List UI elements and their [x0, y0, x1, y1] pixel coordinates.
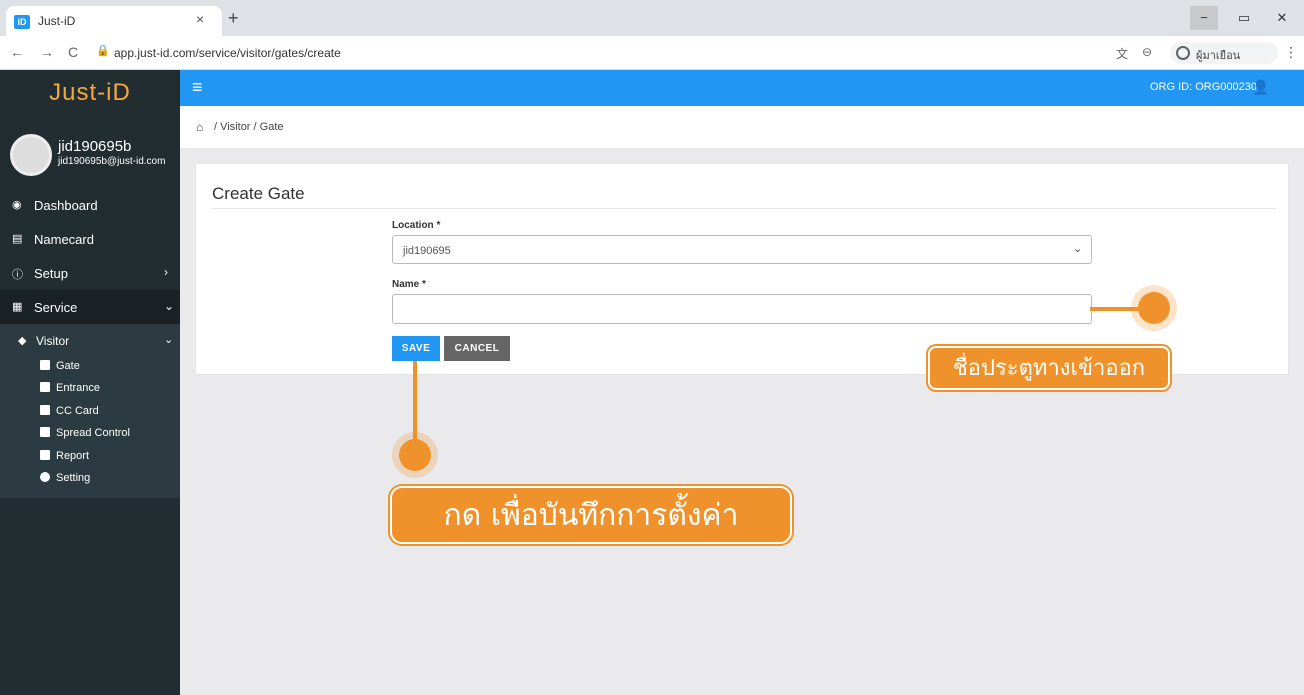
screen: iD Just-iD × + − ▭ ✕ ← → C 🔒 app.just-id…: [0, 0, 1304, 695]
sidebar-item-setup[interactable]: ⓘ Setup ›: [0, 256, 180, 290]
sidebar-item-label: Visitor: [36, 334, 70, 348]
service-icon: ▦: [12, 301, 23, 313]
sidebar-item-label: Service: [34, 300, 78, 315]
cancel-button[interactable]: CANCEL: [444, 336, 510, 361]
sidebar-item-dashboard[interactable]: ◉ Dashboard: [0, 188, 180, 222]
new-tab-button[interactable]: +: [228, 9, 239, 27]
chevron-right-icon: ›: [164, 265, 168, 279]
sidebar-item-service[interactable]: ▦ Service ⌄: [0, 290, 180, 324]
name-input[interactable]: [392, 294, 1092, 324]
sidebar-item-namecard[interactable]: ▤ Namecard: [0, 222, 180, 256]
browser-menu-icon[interactable]: ⋮: [1284, 44, 1298, 61]
sidebar-item-entrance[interactable]: Entrance: [0, 378, 180, 400]
location-select[interactable]: jid190695 ⌄: [392, 235, 1092, 264]
create-gate-card: Create Gate Location * jid190695 ⌄ Name …: [195, 163, 1289, 375]
user-menu-icon[interactable]: 👤: [1252, 79, 1269, 96]
annotation-connector: [413, 361, 417, 449]
report-icon: [40, 450, 50, 460]
chevron-down-icon: ⌄: [164, 334, 174, 346]
profile-button[interactable]: ผู้มาเยือน: [1170, 42, 1278, 64]
url-input[interactable]: 🔒 app.just-id.com/service/visitor/gates/…: [92, 41, 1132, 65]
sidebar-item-label: CC Card: [56, 405, 99, 417]
dashboard-icon: ◉: [12, 199, 22, 211]
chevron-down-icon: ⌄: [164, 299, 175, 313]
favicon-icon: iD: [14, 15, 30, 29]
window-minimize-button[interactable]: −: [1190, 6, 1218, 30]
profile-name: ผู้มาเยือน: [1196, 50, 1241, 62]
annotation-save-callout: กด เพื่อบันทึกการตั้งค่า: [390, 486, 792, 544]
name-label: Name *: [392, 279, 426, 290]
org-id: ORG ID: ORG000230: [1150, 81, 1257, 93]
sidebar-item-label: Namecard: [34, 232, 94, 247]
forward-icon[interactable]: →: [40, 44, 54, 60]
gate-icon: [40, 360, 50, 370]
sidebar-item-label: Setup: [34, 266, 68, 281]
sidebar-item-label: Entrance: [56, 382, 101, 394]
location-label: Location *: [392, 220, 441, 231]
url-text: app.just-id.com/service/visitor/gates/cr…: [114, 46, 341, 60]
tab-title: Just-iD: [38, 14, 76, 28]
back-icon[interactable]: ←: [10, 44, 24, 60]
sidebar-item-report[interactable]: Report: [0, 446, 180, 468]
sidebar-item-label: Gate: [56, 360, 80, 372]
annotation-name-callout: ชื่อประตูทางเข้าออก: [928, 346, 1170, 390]
profile-icon: [1176, 46, 1190, 60]
divider: [212, 208, 1276, 209]
user-email: jid190695b@just-id.com: [58, 156, 166, 167]
zoom-icon[interactable]: ⊖: [1142, 45, 1152, 59]
page-title: Create Gate: [212, 184, 305, 203]
translate-icon[interactable]: 文: [1116, 45, 1128, 62]
top-navbar: ≡ ORG ID: ORG000230 👤: [180, 70, 1304, 106]
user-panel: jid190695b jid190695b@just-id.com: [0, 114, 180, 198]
breadcrumb-path[interactable]: / Visitor / Gate: [214, 121, 284, 133]
user-name: jid190695b: [58, 138, 132, 155]
sidebar-item-cc-card[interactable]: CC Card: [0, 401, 180, 423]
sidebar-item-spread-control[interactable]: Spread Control: [0, 423, 180, 445]
reload-icon[interactable]: C: [68, 44, 78, 60]
save-button[interactable]: SAVE: [392, 336, 440, 361]
sidebar-item-visitor[interactable]: ◆ Visitor ⌄: [0, 330, 180, 354]
window-close-button[interactable]: ✕: [1268, 6, 1296, 30]
address-bar: ← → C 🔒 app.just-id.com/service/visitor/…: [0, 36, 1304, 70]
breadcrumb: ⌂ / Visitor / Gate: [180, 106, 1304, 148]
browser-tab[interactable]: iD Just-iD ×: [6, 6, 222, 36]
sidebar-item-label: Report: [56, 450, 90, 462]
sidebar-item-setting[interactable]: Setting: [0, 468, 180, 490]
entrance-icon: [40, 382, 50, 392]
sidebar-item-label: Setting: [56, 472, 91, 484]
annotation-marker: [1138, 292, 1170, 324]
chevron-down-icon: ⌄: [1073, 243, 1083, 255]
home-icon[interactable]: ⌂: [196, 120, 203, 134]
main-content: ⌂ / Visitor / Gate Create Gate Location …: [180, 106, 1304, 695]
browser-tab-bar: iD Just-iD × + − ▭ ✕: [0, 0, 1304, 36]
setting-icon: [40, 472, 50, 482]
hamburger-menu-icon[interactable]: ≡: [192, 78, 203, 96]
cc-card-icon: [40, 405, 50, 415]
brand-text: Just-iD: [49, 79, 131, 106]
sidebar-item-label: Dashboard: [34, 198, 98, 213]
window-maximize-button[interactable]: ▭: [1230, 6, 1258, 30]
sidebar: Just-iD jid190695b jid190695b@just-id.co…: [0, 70, 180, 695]
sidebar-item-gate[interactable]: Gate: [0, 356, 180, 378]
spread-control-icon: [40, 427, 50, 437]
sidebar-item-label: Spread Control: [56, 427, 130, 439]
avatar: [10, 134, 52, 176]
tab-close-icon[interactable]: ×: [196, 11, 204, 27]
brand-logo[interactable]: Just-iD: [0, 70, 180, 114]
service-submenu: ◆ Visitor ⌄ Gate Entrance CC Card Spread…: [0, 324, 180, 498]
visitor-icon: ◆: [18, 335, 27, 347]
namecard-icon: ▤: [12, 233, 23, 245]
lock-icon: 🔒: [96, 45, 110, 57]
annotation-marker: [399, 439, 431, 471]
info-icon: ⓘ: [12, 269, 23, 281]
location-selected-value: jid190695: [403, 245, 451, 257]
